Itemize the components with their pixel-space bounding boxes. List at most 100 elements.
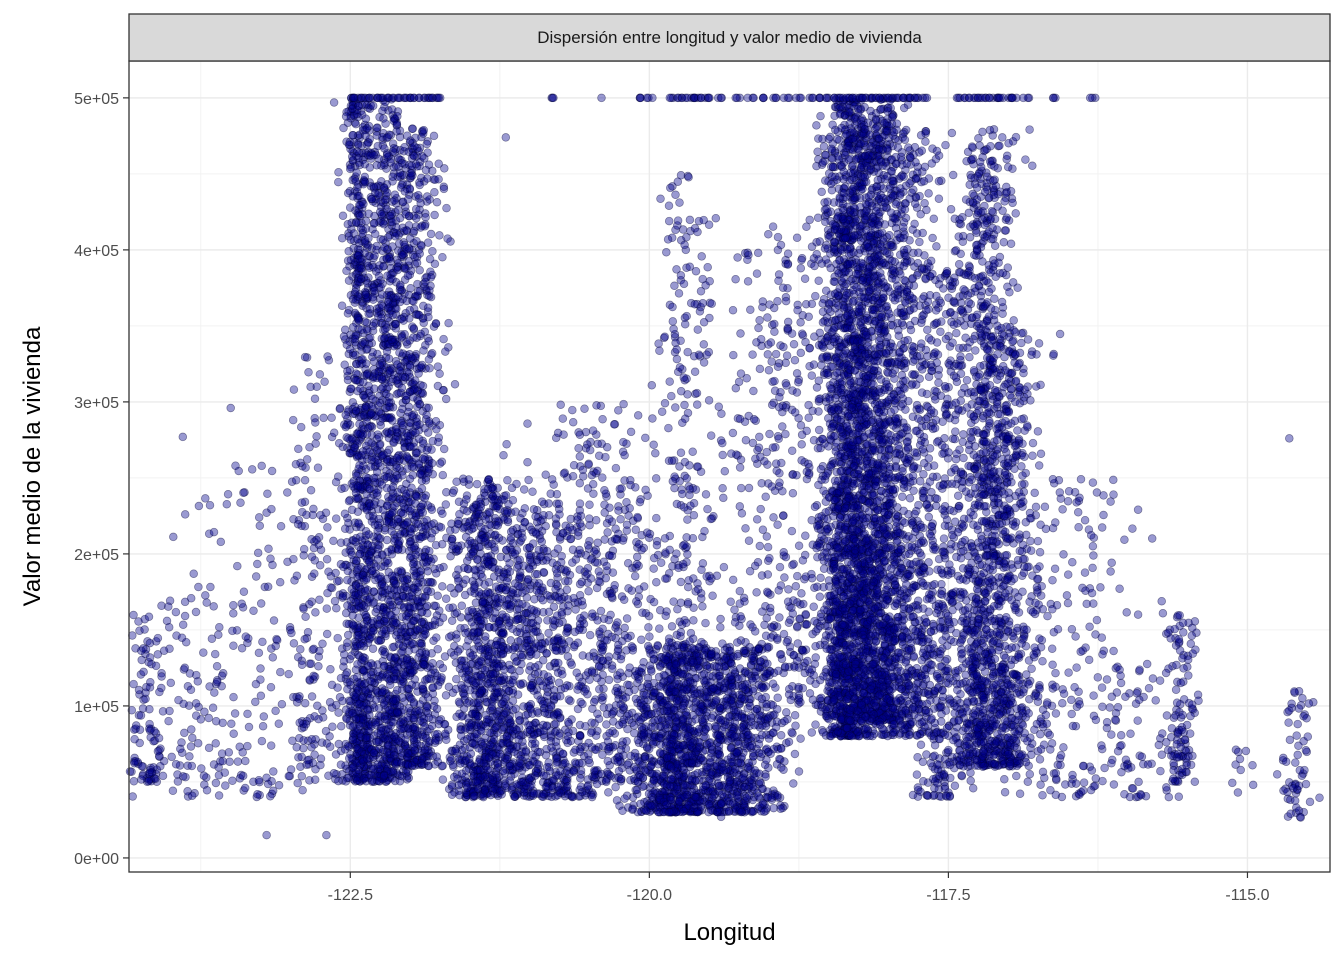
data-point	[195, 502, 203, 510]
data-point	[375, 637, 383, 645]
data-point	[381, 244, 389, 252]
data-point	[476, 616, 484, 624]
data-point	[323, 605, 331, 613]
data-point	[441, 653, 449, 661]
data-point	[590, 490, 598, 498]
data-point	[293, 743, 301, 751]
data-point	[333, 578, 341, 586]
data-point	[406, 306, 414, 314]
data-point	[420, 661, 428, 669]
data-point	[451, 747, 459, 755]
data-point	[443, 204, 451, 212]
data-point	[435, 160, 443, 168]
data-point	[410, 463, 418, 471]
data-point	[545, 629, 553, 637]
data-point	[383, 151, 391, 159]
data-point	[568, 661, 576, 669]
data-point	[422, 630, 430, 638]
data-point	[383, 502, 391, 510]
data-point	[406, 662, 414, 670]
data-point	[601, 536, 609, 544]
data-point	[351, 351, 359, 359]
data-point	[451, 380, 459, 388]
data-point	[240, 489, 248, 497]
data-point	[488, 703, 496, 711]
data-point	[374, 545, 382, 553]
data-point	[152, 662, 160, 670]
data-point	[479, 598, 487, 606]
data-point	[259, 638, 267, 646]
data-point	[264, 583, 272, 591]
data-point	[299, 786, 307, 794]
data-point	[378, 211, 386, 219]
data-point	[475, 519, 483, 527]
data-point	[141, 626, 149, 634]
data-point	[448, 617, 456, 625]
data-point	[328, 414, 336, 422]
data-point	[367, 410, 375, 418]
data-point	[156, 688, 164, 696]
data-point	[388, 218, 396, 226]
data-point	[251, 698, 259, 706]
data-point	[192, 608, 200, 616]
data-point	[258, 737, 266, 745]
data-point	[512, 508, 520, 516]
data-point	[530, 731, 538, 739]
data-point	[337, 761, 345, 769]
data-point	[410, 723, 418, 731]
chart-canvas: Dispersión entre longitud y valor medio …	[0, 0, 1344, 960]
data-point	[435, 175, 443, 183]
data-point	[450, 651, 458, 659]
data-point	[422, 278, 430, 286]
data-point	[423, 411, 431, 419]
data-point	[343, 639, 351, 647]
data-point	[362, 611, 370, 619]
data-point	[187, 743, 195, 751]
data-point	[581, 405, 589, 413]
data-point	[424, 304, 432, 312]
data-point	[283, 489, 291, 497]
data-point	[352, 407, 360, 415]
data-point	[468, 606, 476, 614]
data-point	[393, 377, 401, 385]
data-point	[315, 662, 323, 670]
data-point	[240, 588, 248, 596]
data-point	[257, 665, 265, 673]
data-point	[442, 395, 450, 403]
data-point	[203, 599, 211, 607]
data-point	[475, 744, 483, 752]
data-point	[311, 713, 319, 721]
data-point	[373, 242, 381, 250]
data-point	[325, 568, 333, 576]
data-point	[375, 408, 383, 416]
data-point	[270, 617, 278, 625]
data-point	[588, 610, 596, 618]
data-point	[423, 704, 431, 712]
data-point	[453, 478, 461, 486]
data-point	[179, 621, 187, 629]
data-point	[462, 664, 470, 672]
data-point	[407, 628, 415, 636]
data-point	[377, 727, 385, 735]
data-point	[367, 660, 375, 668]
data-point	[340, 563, 348, 571]
data-point	[498, 595, 506, 603]
data-point	[313, 383, 321, 391]
data-point	[428, 349, 436, 357]
data-point	[483, 716, 491, 724]
data-point	[602, 574, 610, 582]
data-point	[408, 162, 416, 170]
data-point	[319, 707, 327, 715]
data-point	[188, 762, 196, 770]
data-point	[391, 232, 399, 240]
data-point	[417, 363, 425, 371]
data-point	[473, 556, 481, 564]
data-point	[515, 736, 523, 744]
data-point	[484, 766, 492, 774]
data-point	[376, 441, 384, 449]
data-point	[296, 719, 304, 727]
data-point	[349, 736, 357, 744]
data-point	[421, 494, 429, 502]
data-point	[534, 570, 542, 578]
data-point	[301, 476, 309, 484]
